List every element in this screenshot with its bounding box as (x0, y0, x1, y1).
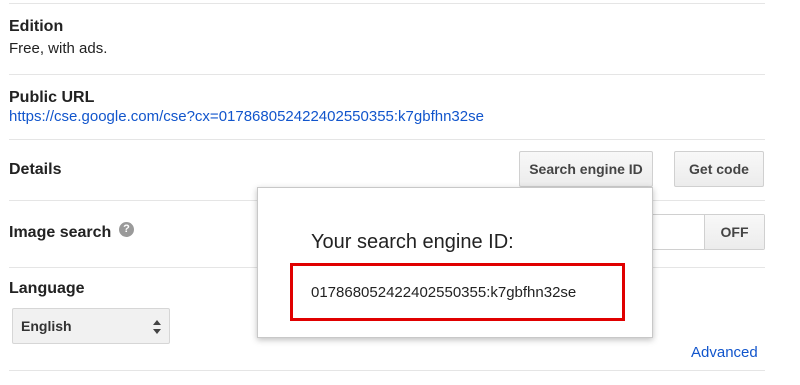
language-label: Language (9, 280, 85, 297)
public-url-divider (9, 139, 765, 140)
edition-value: Free, with ads. (9, 40, 108, 57)
search-engine-id-button[interactable]: Search engine ID (519, 151, 653, 187)
bottom-divider (9, 370, 765, 371)
image-search-toggle[interactable]: OFF (640, 214, 765, 250)
language-select[interactable]: English (12, 308, 170, 344)
question-icon[interactable]: ? (119, 222, 134, 237)
top-divider (9, 3, 765, 4)
engine-id-value[interactable]: 017868052422402550355:k7gbfhn32se (311, 284, 576, 301)
language-selected-value: English (21, 318, 72, 334)
advanced-link[interactable]: Advanced (691, 343, 758, 363)
search-engine-id-popup: Your search engine ID: 01786805242240255… (257, 187, 653, 338)
details-label: Details (9, 161, 62, 178)
public-url-label: Public URL (9, 89, 95, 106)
edition-label: Edition (9, 18, 64, 35)
popup-title: Your search engine ID: (311, 231, 514, 253)
engine-id-highlight: 017868052422402550355:k7gbfhn32se (290, 263, 625, 321)
image-search-label: Image search (9, 224, 112, 241)
select-arrows-icon (153, 320, 161, 334)
toggle-off-state[interactable]: OFF (704, 215, 764, 249)
public-url-link[interactable]: https://cse.google.com/cse?cx=0178680524… (9, 107, 484, 127)
get-code-button[interactable]: Get code (674, 151, 764, 187)
edition-divider (9, 74, 765, 75)
